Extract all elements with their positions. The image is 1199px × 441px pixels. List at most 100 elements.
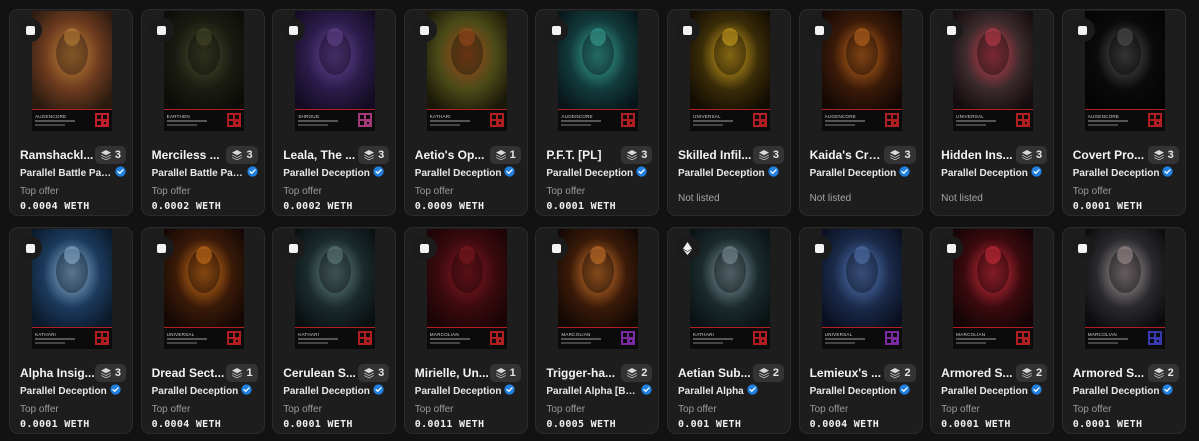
layers-icon — [1153, 149, 1165, 161]
card-artwork[interactable]: UNIVERSAL — [821, 229, 902, 349]
quantity-count: 1 — [509, 149, 516, 161]
nft-card[interactable]: MARCOLIAN Armored S... 2 Parallel Deception… — [1061, 227, 1186, 434]
item-name[interactable]: Armored S... — [941, 366, 1012, 380]
select-checkbox[interactable] — [807, 236, 832, 260]
card-artwork[interactable]: SHROUD — [295, 11, 376, 131]
item-name[interactable]: Covert Pro... — [1073, 148, 1144, 162]
nft-card[interactable]: AUGENCORE Ramshackl... 3 Parallel Battle Pa… — [9, 9, 133, 216]
card-artwork[interactable]: UNIVERSAL — [689, 11, 770, 131]
item-name[interactable]: Kaida's Cre... — [810, 148, 885, 162]
collection-name[interactable]: Parallel Deception — [415, 386, 502, 397]
nft-card[interactable]: KATHARI Alpha Insig... 3 Parallel Deception… — [9, 227, 133, 434]
card-artwork[interactable]: KATHARI — [426, 11, 507, 131]
card-artwork[interactable]: UNIVERSAL — [953, 11, 1034, 131]
select-checkbox[interactable] — [675, 18, 700, 42]
card-artwork[interactable]: KATHARI — [32, 229, 112, 349]
item-name[interactable]: Armored S... — [1073, 366, 1144, 380]
collection-name[interactable]: Parallel Alpha [Base] — [546, 386, 638, 397]
select-checkbox[interactable] — [1070, 236, 1095, 260]
select-checkbox[interactable] — [807, 18, 832, 42]
card-artwork[interactable]: EARTHEN — [163, 11, 244, 131]
item-name[interactable]: Aetian Sub... — [678, 366, 751, 380]
card-artwork[interactable]: KATHARI — [689, 229, 770, 349]
verified-icon — [636, 164, 647, 182]
nft-card[interactable]: EARTHEN Merciless ... 3 Parallel Battle Pas… — [140, 9, 265, 216]
collection-name[interactable]: Parallel Deception — [546, 168, 633, 179]
collection-name[interactable]: Parallel Deception — [941, 168, 1028, 179]
card-artwork[interactable]: MARCOLIAN — [1084, 229, 1165, 349]
nft-card[interactable]: UNIVERSAL Skilled Infil... 3 Parallel Decep… — [666, 9, 791, 216]
collection-name[interactable]: Parallel Deception — [810, 386, 897, 397]
item-name[interactable]: Lemieux's ... — [810, 366, 882, 380]
select-checkbox[interactable] — [939, 236, 964, 260]
select-checkbox[interactable] — [939, 18, 964, 42]
collection-name[interactable]: Parallel Deception — [941, 386, 1028, 397]
top-offer-label: Top offer — [809, 404, 849, 415]
card-artwork[interactable]: MARCOLIAN — [953, 229, 1034, 349]
layers-icon — [495, 149, 507, 161]
quantity-count: 2 — [1167, 367, 1174, 379]
item-name[interactable]: Trigger-ha... — [546, 366, 615, 380]
artwork-caption-band: AUGENCORE — [558, 109, 639, 131]
collection-name[interactable]: Parallel Deception — [1073, 386, 1160, 397]
collection-name[interactable]: Parallel Deception — [20, 386, 107, 397]
top-offer-price: 0.0002 WETH — [151, 201, 222, 212]
nft-card[interactable]: SHROUD Leala, The ... 3 Parallel Deception T… — [272, 9, 397, 216]
nft-card[interactable]: AUGENCORE Kaida's Cre... 3 Parallel Decepti… — [798, 9, 923, 216]
card-artwork[interactable]: AUGENCORE — [558, 11, 639, 131]
select-checkbox[interactable] — [1070, 18, 1095, 42]
item-name[interactable]: Cerulean S... — [283, 366, 356, 380]
nft-card[interactable]: AUGENCORE P.F.T. [PL] 3 Parallel Deception T… — [535, 9, 660, 216]
collection-name[interactable]: Parallel Deception — [678, 168, 765, 179]
card-artwork[interactable]: AUGENCORE — [32, 11, 112, 131]
nft-card[interactable]: KATHARI Aetian Sub... 2 Parallel Alpha Top o… — [666, 227, 791, 434]
nft-card[interactable]: MARCOLIAN Armored S... 2 Parallel Deception… — [930, 227, 1055, 434]
collection-name[interactable]: Parallel Alpha — [678, 386, 744, 397]
item-name[interactable]: Mirielle, Un... — [415, 366, 489, 380]
item-name[interactable]: Alpha Insig... — [20, 366, 95, 380]
card-artwork[interactable]: UNIVERSAL — [163, 229, 244, 349]
item-name[interactable]: Dread Sect... — [152, 366, 225, 380]
nft-card[interactable]: UNIVERSAL Dread Sect... 1 Parallel Deceptio… — [140, 227, 265, 434]
item-name[interactable]: P.F.T. [PL] — [546, 148, 601, 162]
item-name[interactable]: Merciless ... — [152, 148, 220, 162]
select-checkbox[interactable] — [149, 236, 174, 260]
select-checkbox[interactable] — [149, 18, 174, 42]
card-artwork[interactable]: MARCOLIAN — [558, 229, 639, 349]
item-name[interactable]: Skilled Infil... — [678, 148, 751, 162]
select-checkbox[interactable] — [18, 18, 42, 42]
select-checkbox[interactable] — [281, 236, 306, 260]
collection-name[interactable]: Parallel Battle Pas... — [20, 168, 112, 179]
collection-name[interactable]: Parallel Deception — [152, 386, 239, 397]
card-artwork[interactable]: MARCOLIAN — [426, 229, 507, 349]
nft-card[interactable]: MARCOLIAN Mirielle, Un... 1 Parallel Decept… — [403, 227, 528, 434]
item-name[interactable]: Aetio's Op... — [415, 148, 485, 162]
collection-name[interactable]: Parallel Battle Pas... — [152, 168, 244, 179]
card-artwork[interactable]: AUGENCORE — [1084, 11, 1165, 131]
item-name[interactable]: Leala, The ... — [283, 148, 355, 162]
top-offer-price: 0.0001 WETH — [283, 419, 353, 430]
item-name[interactable]: Hidden Ins... — [941, 148, 1012, 162]
item-name[interactable]: Ramshackl... — [20, 148, 93, 162]
nft-card[interactable]: MARCOLIAN Trigger-ha... 2 Parallel Alpha [B… — [535, 227, 660, 434]
nft-card[interactable]: UNIVERSAL Hidden Ins... 3 Parallel Deceptio… — [930, 9, 1055, 216]
layers-icon — [626, 149, 638, 161]
nft-card[interactable]: KATHARI Aetio's Op... 1 Parallel Deception T… — [403, 9, 528, 216]
collection-name[interactable]: Parallel Deception — [810, 168, 897, 179]
card-artwork[interactable]: KATHARI — [295, 229, 376, 349]
card-artwork[interactable]: AUGENCORE — [821, 11, 902, 131]
nft-card[interactable]: UNIVERSAL Lemieux's ... 2 Parallel Deceptio… — [798, 227, 923, 434]
top-offer-price: 0.0001 WETH — [1072, 419, 1143, 430]
nft-card[interactable]: AUGENCORE Covert Pro... 3 Parallel Deceptio… — [1061, 9, 1186, 216]
verified-icon — [1031, 382, 1042, 400]
collection-name[interactable]: Parallel Deception — [283, 386, 370, 397]
top-offer-label: Top offer — [941, 404, 980, 415]
collection-name[interactable]: Parallel Deception — [1073, 168, 1160, 179]
select-checkbox[interactable] — [412, 18, 437, 42]
select-checkbox[interactable] — [281, 18, 306, 42]
select-checkbox[interactable] — [18, 236, 42, 260]
nft-card[interactable]: KATHARI Cerulean S... 3 Parallel Deception T… — [272, 227, 397, 434]
collection-name[interactable]: Parallel Deception — [415, 168, 502, 179]
select-checkbox[interactable] — [412, 236, 437, 260]
collection-name[interactable]: Parallel Deception — [283, 168, 370, 179]
